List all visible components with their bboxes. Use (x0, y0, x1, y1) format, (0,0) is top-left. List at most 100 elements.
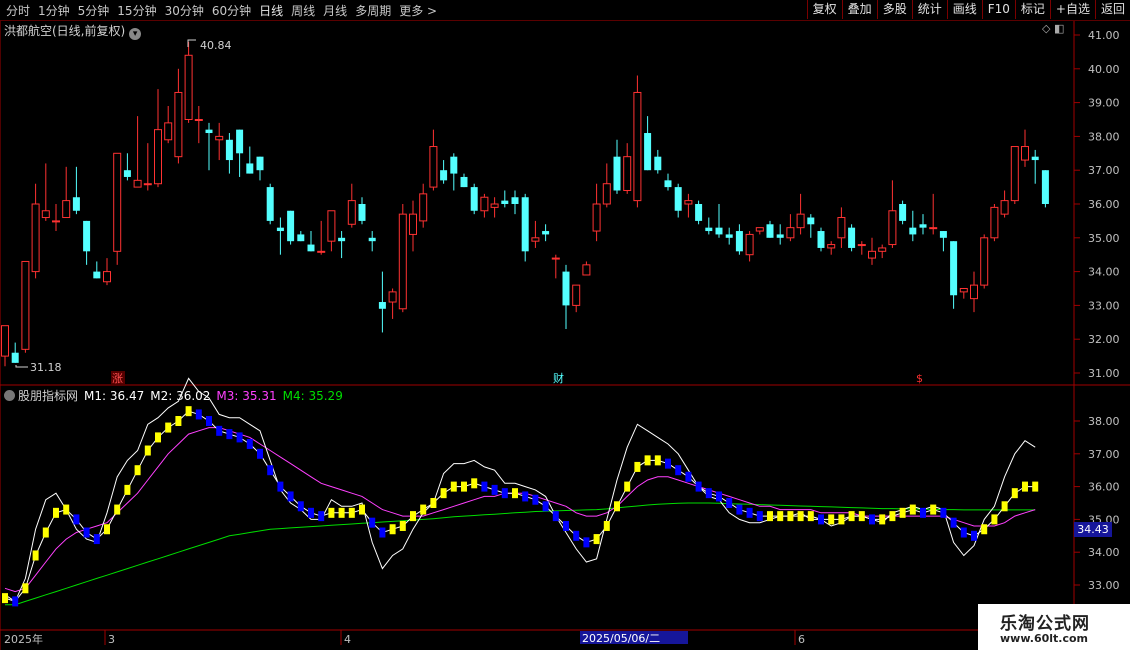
price-tick-label: 37.00 (1088, 164, 1120, 177)
m2-value: M2: 36.02 (150, 389, 211, 403)
block-falling (12, 596, 19, 607)
candle-body-up (113, 152, 122, 252)
block-rising (603, 520, 610, 531)
candle-body-up (215, 135, 224, 141)
block-rising (165, 422, 172, 433)
kline-chart[interactable]: 41.00 40.00 39.00 38.00 37.00 36.00 35.00 34.00… (0, 0, 1130, 650)
candle-body-down (664, 180, 672, 188)
candle-body-up (888, 210, 897, 246)
block-falling (195, 409, 202, 420)
candle-body-down (338, 237, 346, 242)
block-falling (246, 438, 253, 449)
candle-body-up (490, 203, 499, 208)
candle-body-up (194, 119, 203, 121)
block-falling (583, 537, 590, 548)
block-rising (114, 504, 121, 515)
candle-body-up (31, 203, 40, 273)
candle-body-up (755, 227, 764, 232)
candle-body-up (745, 233, 754, 256)
indicator-tick-label: 36.00 (1088, 481, 1120, 494)
candle-body-down (93, 271, 101, 279)
price-tick-label: 32.00 (1088, 333, 1120, 346)
indicator-axis: 38.0037.0036.0035.0034.0033.00 (1074, 415, 1120, 592)
candle-body-up (143, 183, 152, 186)
candle-body-up (531, 237, 540, 242)
candle-body-down (236, 129, 244, 154)
block-rising (654, 455, 661, 466)
candle-body-down (83, 220, 91, 252)
candle-body-down (440, 170, 448, 181)
block-falling (705, 488, 712, 499)
indicator-tick-label: 34.00 (1088, 546, 1120, 559)
panel-toggle-icon[interactable]: ◧ (1054, 22, 1064, 35)
candle-body-up (133, 179, 142, 188)
cursor-date: 2025/05/06/二 (582, 632, 660, 645)
block-falling (481, 481, 488, 492)
candle-body-down (276, 227, 284, 232)
candle-body-down (246, 163, 254, 174)
m4-value: M4: 35.29 (282, 389, 343, 403)
candle-body-up (41, 210, 50, 219)
frame (0, 21, 1130, 650)
indicator-blocks (2, 406, 1039, 607)
block-rising (777, 511, 784, 522)
price-tick-label: 35.00 (1088, 232, 1120, 245)
block-falling (267, 465, 274, 476)
block-falling (93, 534, 100, 545)
block-rising (134, 465, 141, 476)
candle-body-down (266, 187, 274, 221)
indicator-gear-icon[interactable] (4, 390, 15, 401)
block-rising (797, 511, 804, 522)
block-rising (338, 507, 345, 518)
candle-body-down (715, 227, 723, 235)
panel-icons: ◇ ◧ (1042, 22, 1064, 35)
candle-body-up (21, 260, 30, 350)
block-rising (155, 432, 161, 443)
date-axis: 2025年 3 4 2025/05/06/二 6 (4, 630, 805, 646)
date-label-april: 4 (344, 633, 351, 646)
indicator-name[interactable]: 股朋指标网 (18, 389, 78, 403)
price-tick-label: 41.00 (1088, 29, 1120, 42)
date-label-year: 2025年 (4, 632, 43, 646)
candle-body-up (1000, 200, 1009, 215)
dropdown-icon[interactable]: ▾ (129, 28, 142, 40)
block-falling (726, 498, 733, 508)
marker-finance[interactable]: 财 (553, 371, 564, 385)
price-tick-label: 34.00 (1088, 266, 1120, 279)
block-rising (22, 583, 29, 594)
marker-zhang[interactable]: 涨 (112, 372, 123, 385)
stock-name: 洪都航空(日线,前复权) (4, 24, 126, 38)
candle-body-down (817, 231, 825, 248)
block-falling (756, 511, 763, 522)
block-falling (532, 494, 539, 505)
candle-body-up (633, 91, 642, 202)
candle-body-up (602, 183, 611, 205)
block-rising (879, 514, 886, 525)
candle-body-down (950, 241, 958, 296)
block-rising (32, 550, 39, 561)
candle-body-up (347, 200, 356, 225)
watermark-title: 乐淘公式网 (1000, 614, 1090, 634)
block-falling (491, 484, 498, 495)
block-rising (348, 507, 355, 518)
block-falling (226, 429, 233, 440)
block-rising (42, 527, 49, 538)
chart-title[interactable]: 洪都航空(日线,前复权) ▾ (4, 22, 142, 40)
marker-dividend[interactable]: $ (916, 372, 923, 385)
candle-body-down (613, 156, 621, 191)
candle-body-down (705, 227, 713, 232)
block-falling (950, 517, 957, 528)
block-falling (940, 507, 947, 518)
candle-body-up (419, 193, 428, 222)
block-rising (807, 511, 814, 522)
candle-body-up (959, 288, 968, 293)
block-falling (746, 507, 753, 518)
candle-body-down (766, 224, 774, 238)
block-falling (257, 448, 263, 459)
block-rising (858, 511, 865, 522)
block-rising (848, 511, 855, 522)
candle-body-down (735, 231, 743, 252)
diamond-icon[interactable]: ◇ (1042, 22, 1050, 35)
candle-body-up (837, 217, 846, 239)
candle-body-down (674, 187, 682, 211)
